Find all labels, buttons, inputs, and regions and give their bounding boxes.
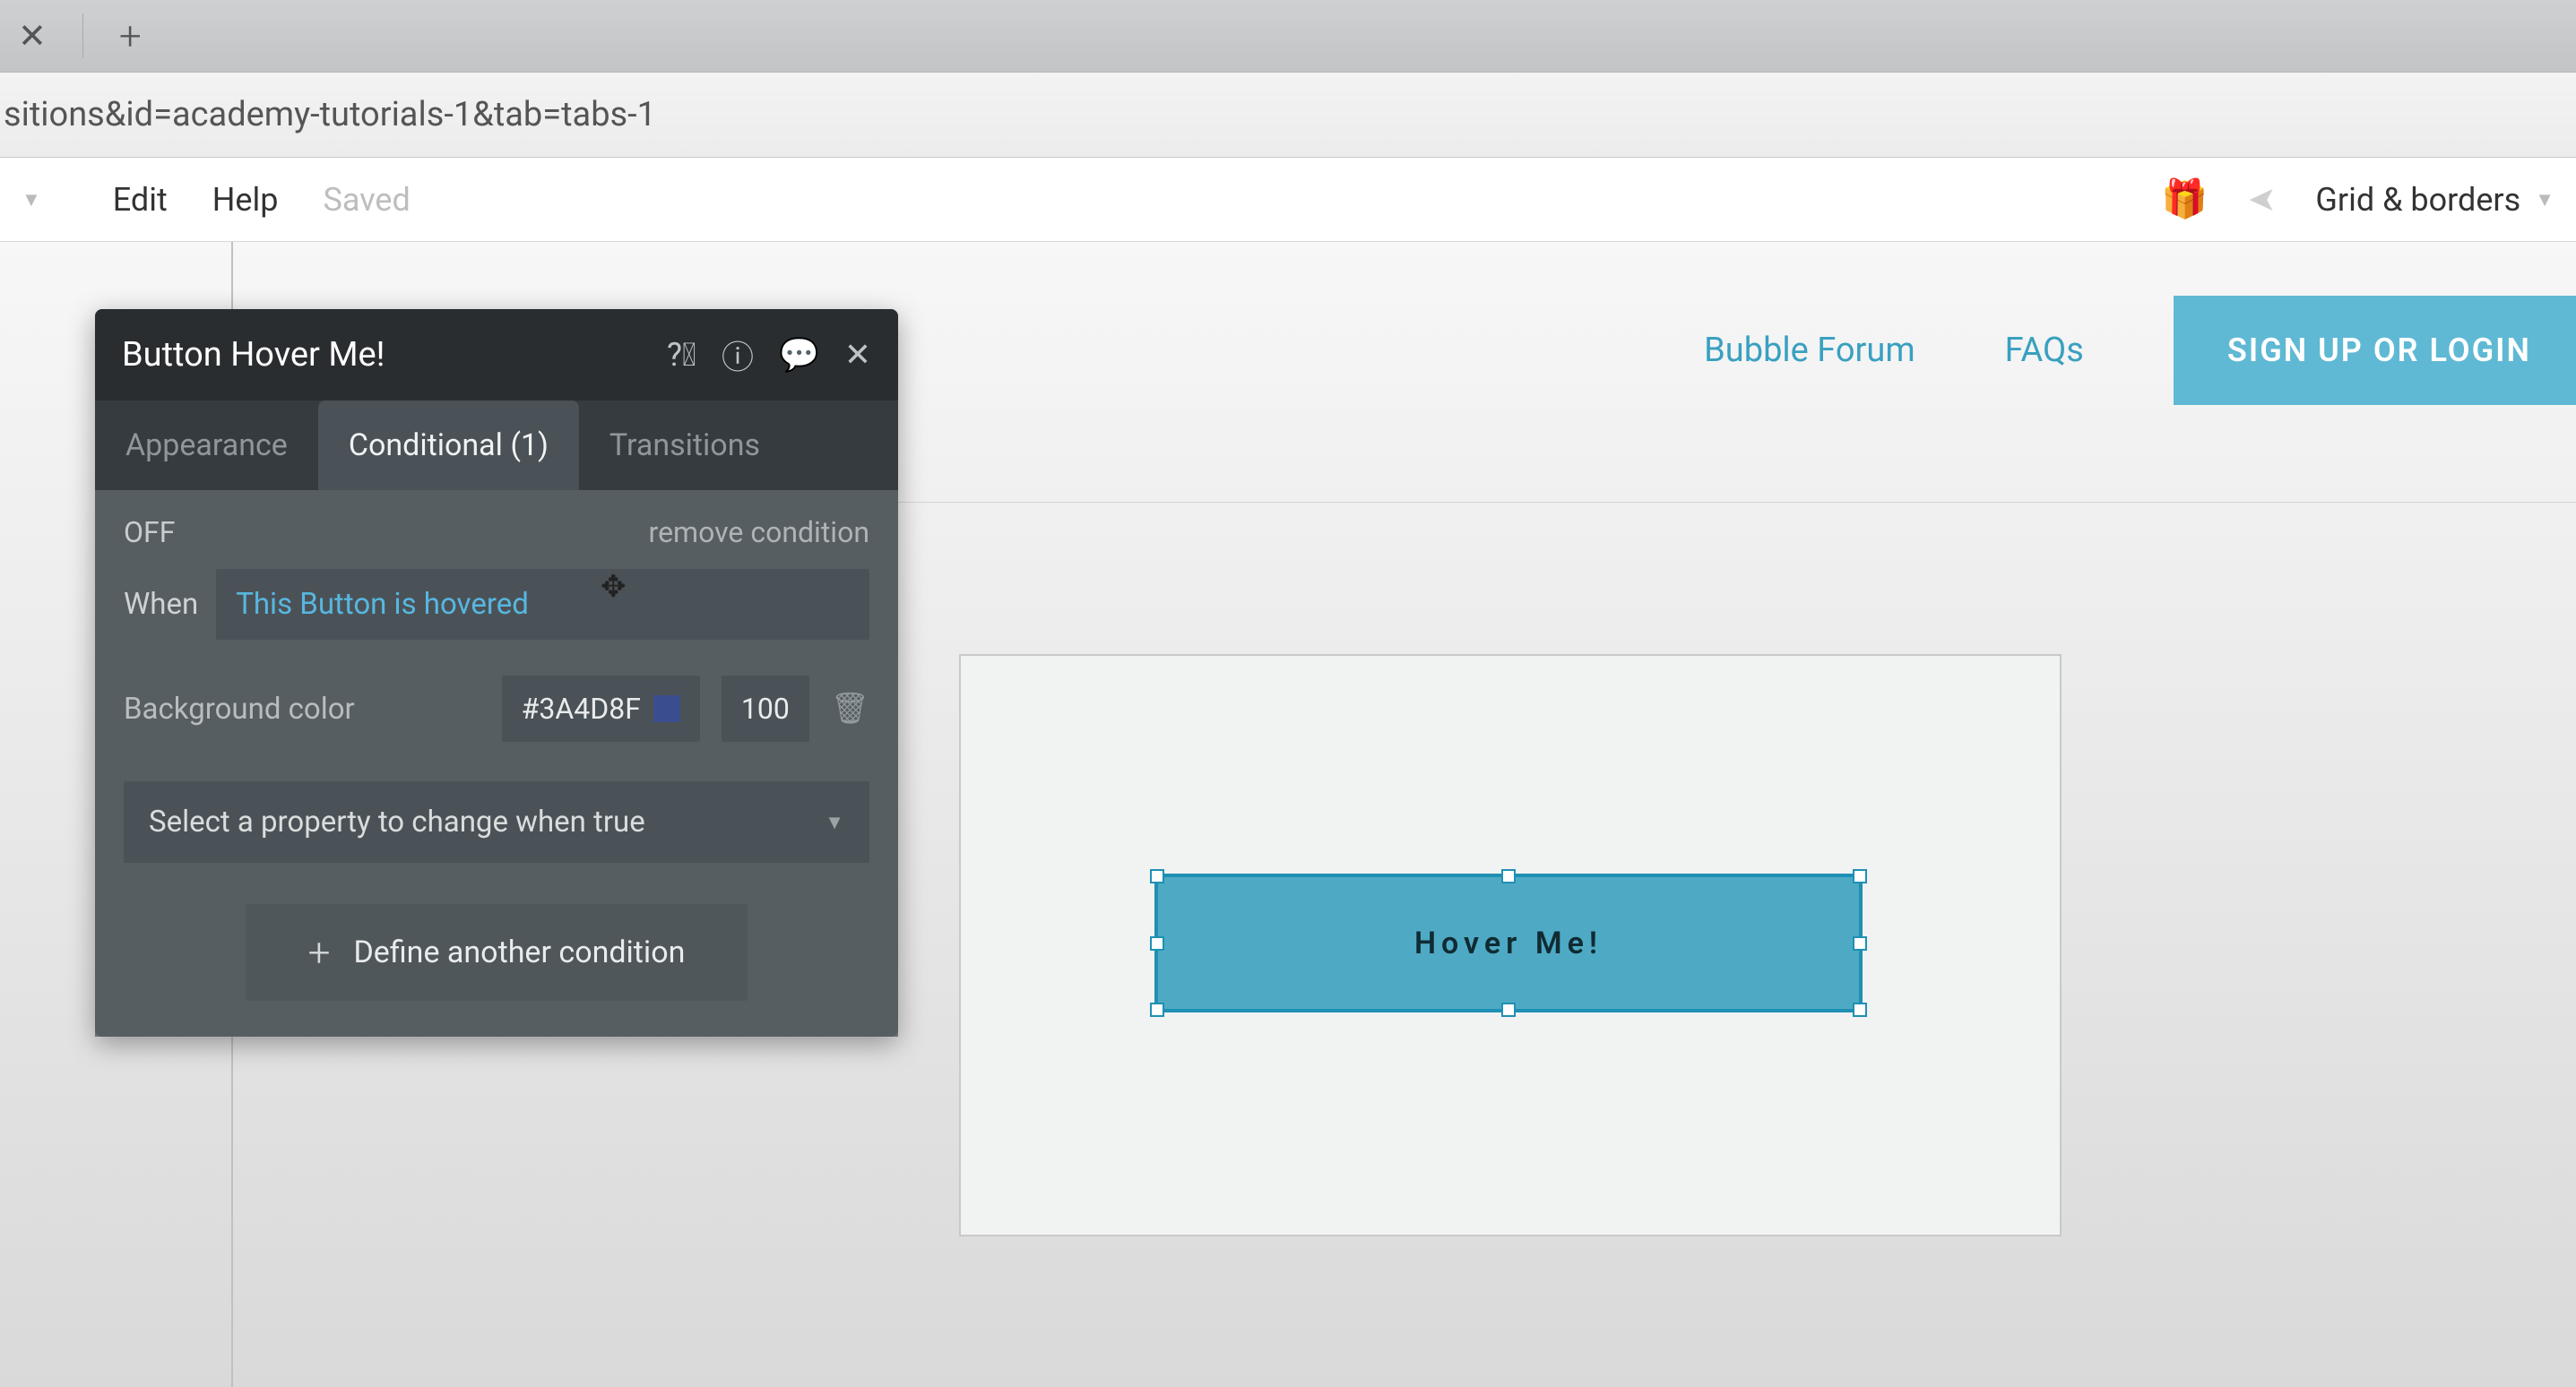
plus-icon: +	[308, 929, 331, 976]
resize-handle[interactable]	[1853, 1003, 1867, 1017]
expression-input[interactable]: This Button is hovered	[216, 569, 869, 640]
resize-handle[interactable]	[1150, 1003, 1164, 1017]
gift-icon[interactable]: 🎁	[2161, 177, 2208, 221]
browser-url-bar[interactable]: sitions&id=academy-tutorials-1&tab=tabs-…	[0, 72, 2576, 158]
close-tab-icon[interactable]: ✕	[18, 16, 47, 56]
dropdown-placeholder: Select a property to change when true	[149, 805, 645, 840]
remove-condition-button[interactable]: remove condition	[649, 515, 869, 549]
resize-handle[interactable]	[1150, 869, 1164, 883]
new-tab-icon[interactable]: +	[119, 13, 142, 59]
url-text: sitions&id=academy-tutorials-1&tab=tabs-…	[4, 95, 656, 134]
cursor-icon[interactable]: ➤	[2248, 179, 2277, 220]
menu-help[interactable]: Help	[212, 181, 279, 219]
tab-transitions[interactable]: Transitions	[579, 401, 791, 490]
trash-icon[interactable]: 🗑	[831, 691, 869, 727]
expression-text: This Button is hovered	[236, 587, 529, 622]
resize-handle[interactable]	[1150, 936, 1164, 951]
link-bubble-forum[interactable]: Bubble Forum	[1704, 331, 1915, 370]
resize-handle[interactable]	[1853, 869, 1867, 883]
info-icon[interactable]: ⓘ	[722, 332, 754, 378]
when-label: When	[124, 587, 198, 622]
add-property-dropdown[interactable]: Select a property to change when true ▼	[124, 781, 869, 863]
selected-button-label: Hover Me!	[1414, 926, 1603, 961]
property-label: Background color	[124, 692, 480, 727]
hex-value: #3A4D8F	[522, 692, 641, 726]
condition-state-toggle[interactable]: OFF	[124, 515, 175, 549]
define-another-condition-button[interactable]: + Define another condition	[246, 904, 748, 1001]
browser-tab-strip: ✕ +	[0, 0, 2576, 72]
grid-borders-label: Grid & borders	[2315, 181, 2520, 219]
panel-title: Button Hover Me!	[122, 335, 385, 375]
panel-tabs: Appearance Conditional (1) Transitions	[95, 401, 898, 490]
signup-login-button[interactable]: SIGN UP OR LOGIN	[2174, 296, 2576, 405]
tab-conditional[interactable]: Conditional (1)	[318, 401, 579, 490]
property-editor-panel[interactable]: Button Hover Me! ?⃝ ⓘ 💬 ✕ Appearance Con…	[95, 309, 898, 1037]
help-icon[interactable]: ?⃝	[667, 336, 696, 374]
panel-header[interactable]: Button Hover Me! ?⃝ ⓘ 💬 ✕	[95, 309, 898, 401]
color-hex-input[interactable]: #3A4D8F	[502, 676, 700, 742]
resize-handle[interactable]	[1501, 1003, 1516, 1017]
saved-status: Saved	[324, 181, 411, 219]
chevron-down-icon: ▼	[825, 811, 844, 834]
selected-button-element[interactable]: Hover Me!	[1154, 874, 1863, 1012]
link-faqs[interactable]: FAQs	[2005, 331, 2084, 370]
grid-borders-button[interactable]: Grid & borders ▼	[2315, 181, 2554, 219]
panel-body: OFF remove condition When This Button is…	[95, 490, 898, 1037]
comment-icon[interactable]: 💬	[779, 336, 819, 374]
chevron-down-icon[interactable]: ▼	[22, 188, 41, 211]
tab-divider	[82, 13, 83, 58]
tab-appearance[interactable]: Appearance	[95, 401, 318, 490]
resize-handle[interactable]	[1853, 936, 1867, 951]
move-cursor-icon: ✥	[601, 569, 627, 605]
define-another-label: Define another condition	[353, 935, 685, 970]
close-icon[interactable]: ✕	[844, 336, 871, 374]
page-header-nav: Bubble Forum FAQs SIGN UP OR LOGIN	[1704, 296, 2576, 405]
chevron-down-icon: ▼	[2535, 188, 2554, 211]
color-swatch[interactable]	[653, 695, 680, 722]
resize-handle[interactable]	[1501, 869, 1516, 883]
app-toolbar: ▼ Edit Help Saved 🎁 ➤ Grid & borders ▼	[0, 158, 2576, 242]
opacity-input[interactable]: 100	[722, 676, 809, 742]
editor-canvas[interactable]: Bubble Forum FAQs SIGN UP OR LOGIN Hover…	[0, 242, 2576, 1387]
menu-edit[interactable]: Edit	[113, 181, 168, 219]
